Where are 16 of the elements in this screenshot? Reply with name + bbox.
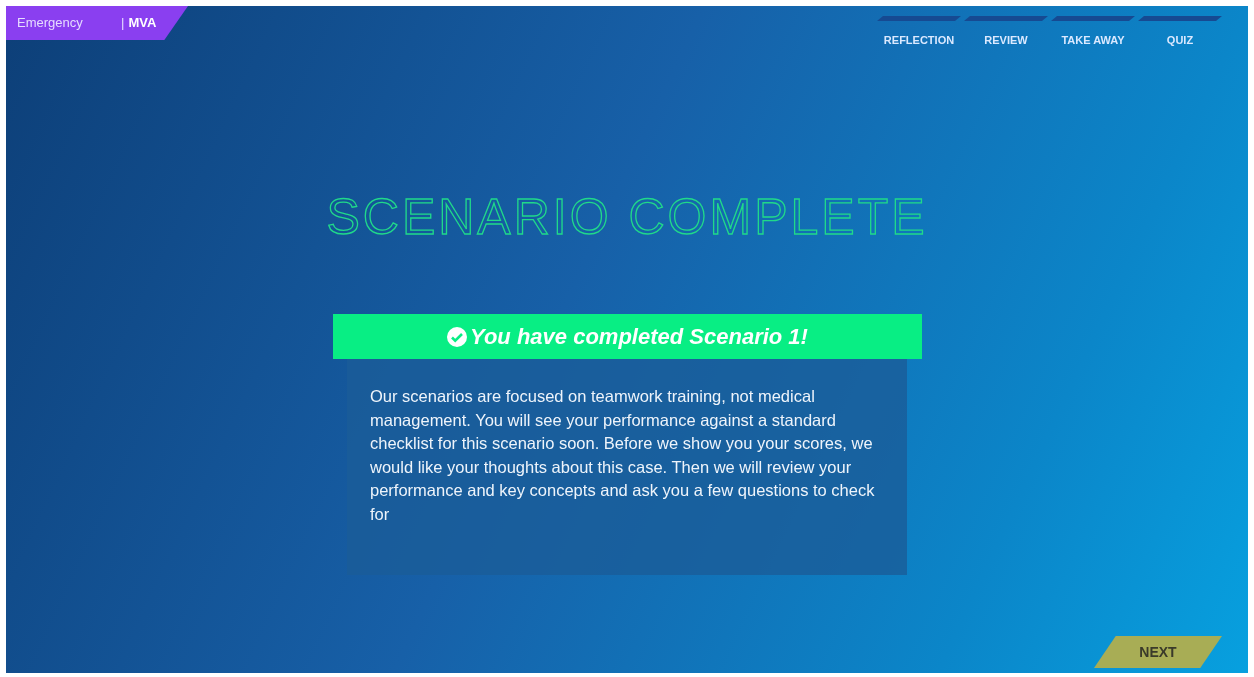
- category-label: Emergency: [17, 14, 84, 33]
- scenario-label: MVA: [128, 14, 157, 33]
- tab-bar-icon: [877, 16, 961, 21]
- check-circle-icon: [446, 325, 469, 348]
- message-text: Our scenarios are focused on teamwork training, not medical management. You will see your performance against a standard checklist for this scenario soon. Before we show you your scores, we would like your thoughts about this case. Then we will review your performance and key concepts and ask you a few questions to check for: [370, 386, 876, 525]
- nav-tab[interactable]: REVIEW: [964, 16, 1048, 52]
- banner-text: You have completed Scenario 1!: [470, 323, 808, 351]
- nav-tab[interactable]: TAKE AWAY: [1051, 16, 1135, 52]
- page-title: SCENARIO COMPLETE: [326, 192, 928, 242]
- tab-bar-icon: [964, 16, 1048, 21]
- nav-tab[interactable]: QUIZ: [1138, 16, 1222, 52]
- separator: |: [121, 14, 125, 33]
- tab-bar-icon: [1138, 16, 1222, 21]
- tab-bar-icon: [1051, 16, 1135, 21]
- next-button[interactable]: NEXT: [1094, 636, 1222, 668]
- nav-tab[interactable]: REFLECTION: [877, 16, 961, 52]
